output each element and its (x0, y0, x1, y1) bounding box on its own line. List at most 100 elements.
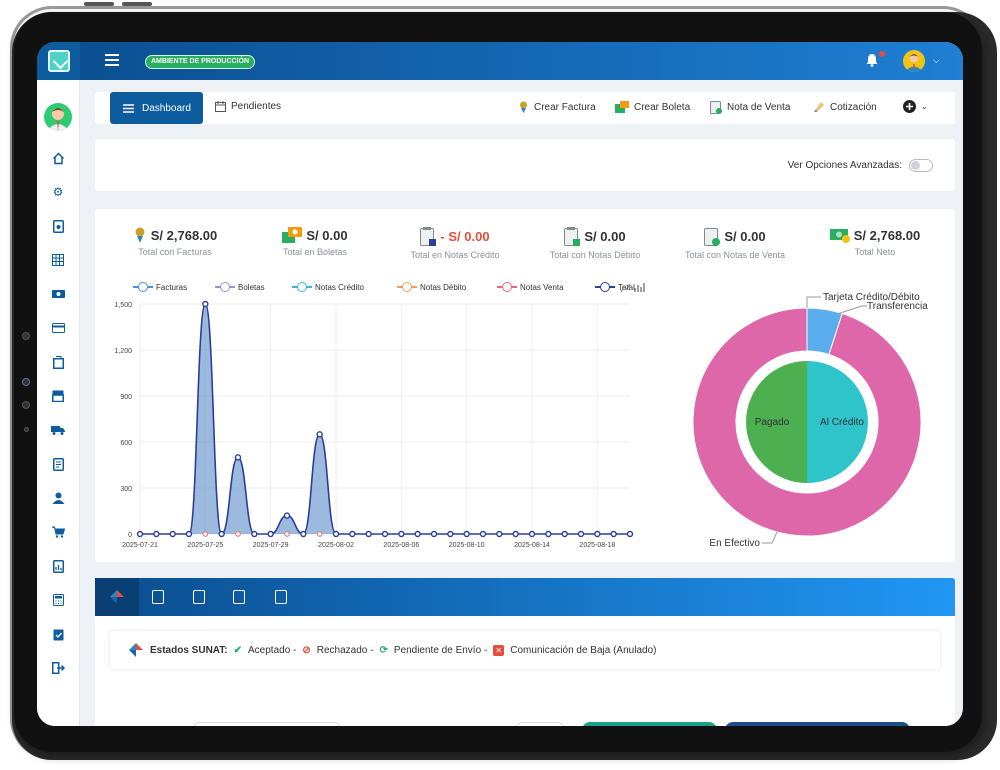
total-point (267, 530, 274, 538)
box-icon[interactable] (50, 354, 66, 370)
total-point (234, 454, 242, 461)
tablet-camera (22, 332, 30, 340)
app-screen: AMBIENTE DE PRODUCCIÓN ⌵ ⚙ Dashboard Pen… (37, 42, 963, 726)
legend-notas-venta[interactable]: Notas Venta (497, 282, 564, 292)
crear-boleta-button[interactable]: Crear Boleta (615, 101, 690, 113)
advanced-options-label: Ver Opciones Avanzadas: (787, 160, 902, 171)
invoice-icon[interactable] (50, 456, 66, 472)
total-point (202, 300, 209, 308)
stat-boletas-value: S/ 0.00 (306, 227, 348, 243)
clipboard-check-icon[interactable] (50, 626, 66, 642)
tab-document-icon[interactable] (193, 590, 205, 604)
outer-slice (692, 307, 922, 537)
bottom-action-button[interactable] (725, 722, 910, 726)
tablet-sensor (22, 401, 30, 409)
logout-icon[interactable] (50, 660, 66, 676)
nota-de-venta-button[interactable]: Nota de Venta (710, 101, 790, 114)
legend-label: Notas Venta (520, 282, 564, 292)
x-tick-label: 2025-08-02 (318, 542, 354, 549)
sunat-logo-icon (129, 643, 143, 657)
user-avatar[interactable] (903, 50, 925, 72)
store-icon[interactable] (50, 388, 66, 404)
tab-list-icon[interactable] (152, 590, 164, 604)
total-point (610, 530, 617, 538)
calculator-icon[interactable] (50, 592, 66, 608)
stat-value-row: - S/ 0.00 (385, 227, 525, 246)
x-tick-label: 2025-08-06 (383, 542, 419, 549)
x-tick-label: 2025-08-18 (579, 542, 615, 549)
tab-document-check-icon[interactable] (233, 590, 245, 604)
document-icon[interactable] (50, 218, 66, 234)
legend-notas-credito[interactable]: Notas Crédito (292, 282, 364, 292)
tab-dashboard[interactable]: Dashboard (110, 92, 203, 124)
stat-notas-credito-value: - S/ 0.00 (440, 229, 490, 244)
legend-swatch (595, 282, 615, 292)
bottom-select[interactable] (515, 722, 565, 726)
stat-notas-debito-value: S/ 0.00 (584, 229, 626, 244)
report-icon[interactable] (50, 558, 66, 574)
notas-venta-point (316, 531, 323, 537)
status-pendiente: Pendiente de Envío - (393, 644, 488, 656)
check-icon: ✔ (233, 644, 242, 656)
tab-sunat[interactable] (95, 578, 139, 616)
status-baja: Comunicación de Baja (Anulado) (510, 644, 657, 656)
boleta-icon (615, 101, 629, 113)
y-tick-label: 1,200 (114, 348, 132, 355)
environment-badge: AMBIENTE DE PRODUCCIÓN (145, 55, 256, 69)
bottom-input[interactable] (192, 722, 342, 726)
gear-icon[interactable]: ⚙ (50, 184, 66, 200)
y-tick-label: 900 (120, 394, 132, 401)
payment-donut-chart: Pagado Al CréditoTarjeta Crédito/DébitoTr… (692, 292, 928, 549)
total-point (349, 530, 356, 538)
total-point (594, 530, 601, 538)
legend-notas-debito[interactable]: Notas Débito (397, 282, 466, 292)
legend-swatch (292, 282, 312, 292)
advanced-options-panel: Ver Opciones Avanzadas: (95, 139, 955, 191)
leader-line (806, 296, 821, 308)
money-icon[interactable] (50, 286, 66, 302)
outer-label-efectivo: En Efectivo (709, 538, 760, 549)
app-logo[interactable] (37, 42, 80, 80)
advanced-options-toggle[interactable] (909, 159, 933, 172)
bottom-action-button[interactable] (582, 722, 717, 726)
cotizacion-button[interactable]: Cotización (813, 101, 877, 113)
stat-facturas-label: Total con Facturas (138, 247, 212, 257)
logo-icon (47, 50, 70, 72)
crear-factura-button[interactable]: Crear Factura (518, 101, 596, 113)
chevron-down-icon[interactable]: ⌵ (933, 55, 940, 66)
sidebar-avatar[interactable] (44, 103, 72, 131)
bell-icon[interactable] (866, 53, 878, 67)
chart-toolbar (620, 283, 645, 293)
tab-pendientes[interactable]: Pendientes (215, 101, 281, 112)
leader-line (836, 305, 867, 315)
factura-icon (135, 227, 145, 243)
line-chart-toggle-icon[interactable] (620, 283, 631, 293)
stat-value-row: S/ 2,768.00 (805, 227, 945, 243)
legend-boletas[interactable]: Boletas (215, 282, 265, 292)
tab-document-edit-icon[interactable] (275, 590, 287, 604)
x-tick-label: 2025-07-25 (187, 542, 223, 549)
y-tick-label: 0 (128, 532, 132, 539)
tablet-button (84, 2, 114, 6)
cart-icon[interactable] (50, 524, 66, 540)
document-tabs-bar (95, 578, 955, 616)
stat-facturas: S/ 2,768.00 Total con Facturas (105, 227, 245, 257)
total-point (283, 512, 291, 519)
legend-facturas[interactable]: Facturas (133, 282, 187, 292)
credit-card-icon[interactable] (50, 320, 66, 336)
spreadsheet-icon[interactable] (50, 252, 66, 268)
add-menu-button[interactable]: ⌄ (903, 100, 928, 113)
money-icon (829, 229, 850, 243)
home-icon[interactable] (50, 150, 66, 166)
bar-chart-toggle-icon[interactable] (634, 283, 645, 292)
menu-toggle-icon[interactable] (105, 54, 119, 66)
truck-icon[interactable] (50, 422, 66, 438)
total-point (430, 530, 438, 538)
total-point (153, 530, 160, 538)
users-icon[interactable] (50, 490, 66, 506)
notas-venta-point (202, 531, 209, 537)
total-point (512, 530, 519, 538)
stat-value-row: S/ 2,768.00 (105, 227, 245, 243)
stat-total-neto-label: Total Neto (854, 247, 896, 257)
nota-credito-icon (420, 227, 437, 246)
